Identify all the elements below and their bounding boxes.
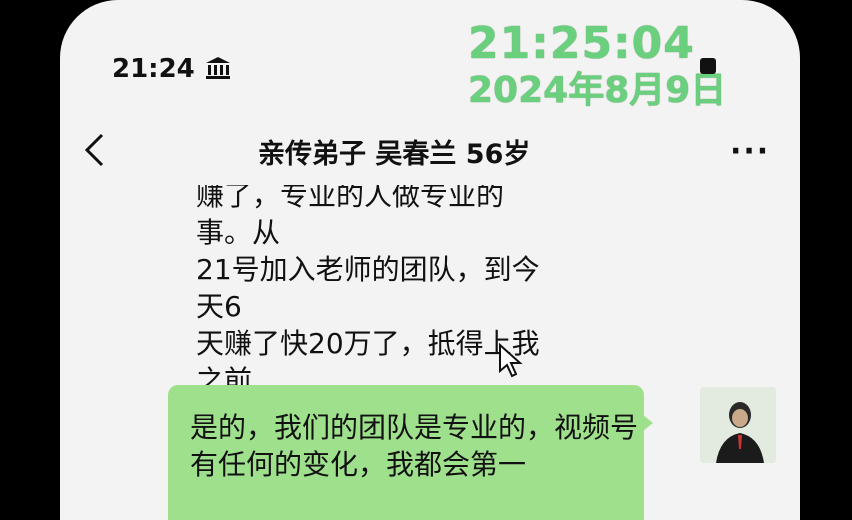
overlay-timestamp-date: 2024年8月9日 (468, 70, 727, 111)
more-dots-icon[interactable]: ··· (730, 134, 770, 169)
avatar-image (700, 387, 776, 463)
mouse-pointer-icon (499, 343, 523, 378)
battery-icon (700, 58, 716, 74)
bank-icon (206, 57, 230, 79)
chevron-left-icon[interactable] (82, 132, 106, 168)
message-list[interactable]: 赚了，专业的人做专业的事。从 21号加入老师的团队，到今天6 天赚了快20万了，… (60, 185, 800, 520)
outgoing-message-bubble: 是的，我们的团队是专业的，视频号有任何的变化，我都会第一 (168, 385, 653, 520)
status-bar-time: 21:24 (112, 54, 195, 84)
overlay-timestamp-time: 21:25:04 (468, 18, 695, 69)
outgoing-message-text: 是的，我们的团队是专业的，视频号有任何的变化，我都会第一 (190, 411, 639, 481)
chat-title: 亲传弟子 吴春兰 56岁 (258, 139, 531, 170)
avatar[interactable] (700, 387, 776, 463)
phone-screen: 21:24 21:25:04 2024年8月9日 亲传弟子 吴春兰 56岁 ··… (60, 0, 800, 520)
